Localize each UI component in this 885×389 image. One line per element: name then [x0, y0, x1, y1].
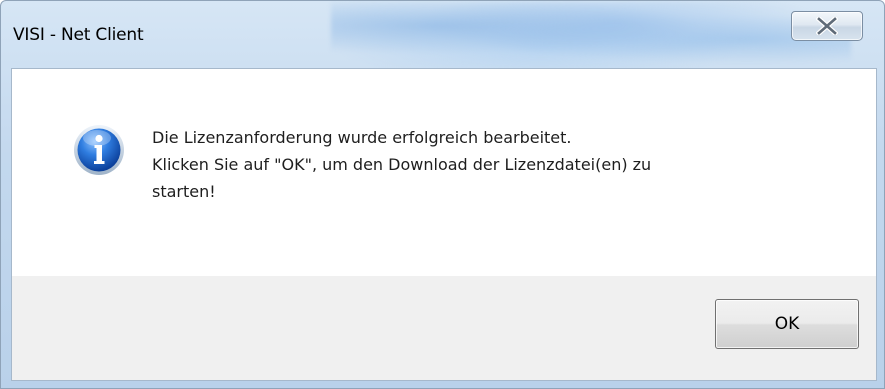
glass-background — [331, 1, 851, 71]
dialog-content: Die Lizenzanforderung wurde erfolgreich … — [11, 68, 877, 381]
screen: VISI - Net Client Die Lizenzanforderung … — [0, 0, 885, 389]
close-icon — [816, 17, 838, 35]
message-line-2: Klicken Sie auf "OK", um den Download de… — [152, 155, 652, 174]
message-panel: Die Lizenzanforderung wurde erfolgreich … — [12, 69, 876, 276]
ok-button[interactable]: OK — [715, 299, 859, 349]
message-line-3: starten! — [152, 182, 216, 201]
information-icon — [73, 124, 125, 176]
button-panel: OK — [12, 276, 876, 380]
close-button[interactable] — [791, 11, 863, 41]
window-title: VISI - Net Client — [13, 25, 144, 45]
message-text: Die Lizenzanforderung wurde erfolgreich … — [152, 124, 852, 205]
message-line-1: Die Lizenzanforderung wurde erfolgreich … — [152, 128, 572, 147]
dialog-window: VISI - Net Client Die Lizenzanforderung … — [0, 0, 885, 389]
